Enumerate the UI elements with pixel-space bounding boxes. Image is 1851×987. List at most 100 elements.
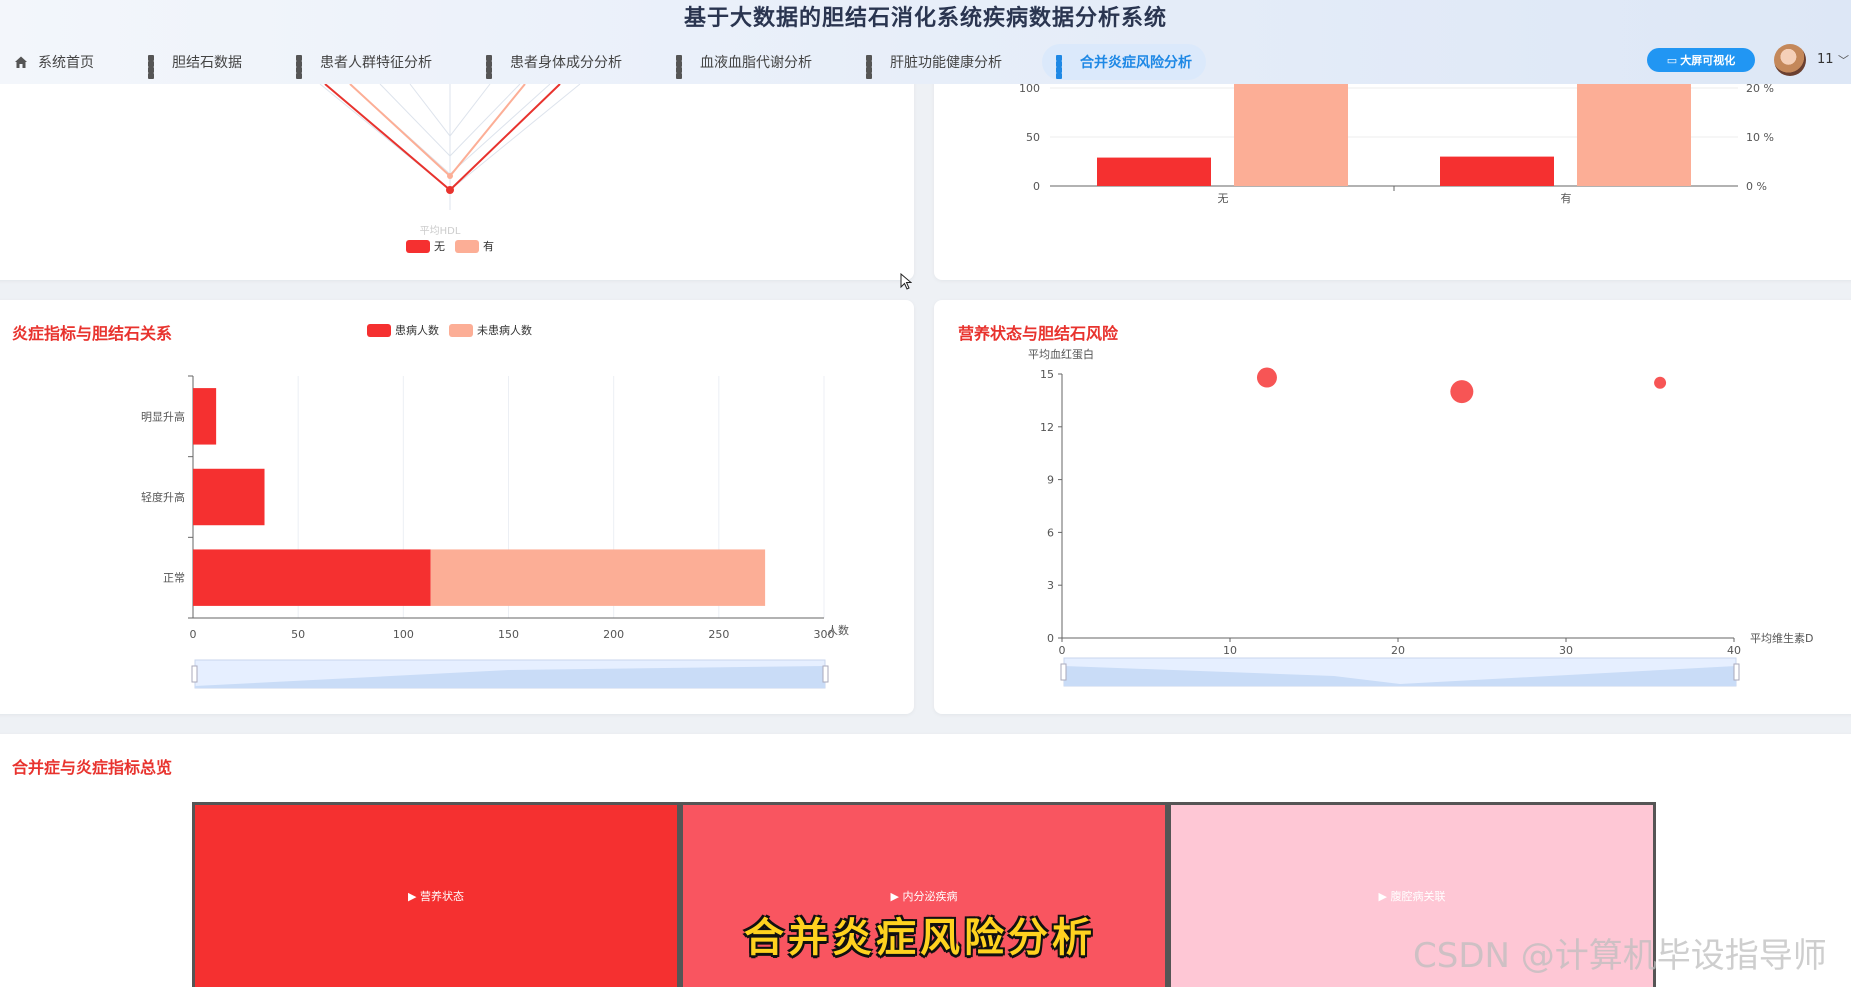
nav-item-population[interactable]: 患者人群特征分析 — [282, 44, 446, 80]
scatter-point[interactable] — [1450, 380, 1474, 404]
nav-item-label: 胆结石数据 — [172, 55, 242, 71]
tick-labels: 0 10 20 30 40 0 3 6 9 12 15 — [1040, 368, 1741, 657]
legend-swatch-healthy[interactable] — [449, 324, 473, 337]
nav-item-label: 系统首页 — [38, 55, 94, 71]
points-group — [1256, 367, 1667, 404]
radar-axis-label: 平均HDL — [420, 225, 461, 237]
y-tick: 50 — [1026, 131, 1040, 144]
legend-label-yes[interactable]: 有 — [483, 239, 494, 253]
slider-handle-left[interactable] — [191, 665, 198, 683]
radar-chart: 平均HDL 无 有 — [319, 83, 581, 253]
nav-item-label: 肝脏功能健康分析 — [890, 55, 1002, 71]
bar-panel-top: 100 50 0 20 % 10 % 0 % 无 有 — [934, 60, 1851, 280]
grid-icon — [1056, 55, 1070, 79]
x-tick: 250 — [708, 628, 729, 641]
grid-icon — [296, 55, 310, 79]
scatter-point[interactable] — [1654, 376, 1667, 389]
radar-panel: 平均HDL 无 有 — [0, 60, 914, 280]
y-axis-label: 平均血红蛋白 — [1028, 347, 1094, 361]
legend-label-healthy[interactable]: 未患病人数 — [477, 323, 532, 337]
bigscreen-button[interactable]: ▭ 大屏可视化 — [1647, 48, 1755, 72]
x-axis-label: 人数 — [827, 624, 849, 637]
legend-label-no[interactable]: 无 — [434, 240, 445, 253]
treemap-block-nutrition[interactable]: ▶ 营养状态 — [192, 802, 680, 987]
grid-icon — [486, 55, 500, 79]
x-tick: 200 — [603, 628, 624, 641]
avatar[interactable] — [1774, 44, 1806, 76]
inflammation-panel: 炎症指标与胆结石关系 患病人数 未患病人数 0 50 100 150 200 250 300… — [0, 300, 914, 714]
bar-chart-top: 100 50 0 20 % 10 % 0 % 无 有 — [1019, 82, 1774, 205]
watermark: CSDN @计算机毕设指导师 — [1413, 936, 1827, 976]
x-tick: 0 — [1059, 644, 1066, 657]
radar-point-no — [446, 186, 454, 194]
grid-icon — [148, 55, 162, 79]
slider-handle-right[interactable] — [822, 665, 829, 683]
bar[interactable] — [193, 388, 217, 445]
y-tick: 0 — [1033, 180, 1040, 193]
bar[interactable] — [193, 549, 431, 606]
y-tick-right: 0 % — [1746, 180, 1767, 193]
y-tick: 0 — [1047, 632, 1054, 645]
video-caption: 合并炎症风险分析 — [744, 915, 1096, 961]
radar-series-no — [324, 83, 561, 192]
bar[interactable] — [430, 549, 766, 606]
y-tick: 15 — [1040, 368, 1054, 381]
y-tick: 轻度升高 — [141, 490, 185, 504]
x-tick: 50 — [291, 628, 305, 641]
legend-swatch-sick[interactable] — [367, 324, 391, 337]
panel-title: 合并症与炎症指标总览 — [12, 758, 173, 777]
nav-item-body-composition[interactable]: 患者身体成分分析 — [472, 44, 636, 80]
nav-item-label: 血液血脂代谢分析 — [700, 55, 812, 71]
treemap-label: ▶ 内分泌疾病 — [890, 890, 958, 903]
y-tick: 正常 — [163, 572, 185, 585]
bars-group — [193, 388, 766, 606]
grid-icon — [866, 55, 880, 79]
x-tick: 30 — [1559, 644, 1573, 657]
y-tick-right: 10 % — [1746, 131, 1774, 144]
y-tick: 9 — [1047, 474, 1054, 487]
datazoom-slider[interactable] — [1060, 657, 1740, 687]
x-tick: 150 — [498, 628, 519, 641]
y-tick: 12 — [1040, 421, 1054, 434]
y-tick: 明显升高 — [141, 409, 185, 423]
nutrition-scatter-chart: 平均血红蛋白 0 10 20 30 40 0 3 6 9 12 15 平均维生素D — [1028, 347, 1813, 687]
nav-item-liver-function[interactable]: 肝脏功能健康分析 — [852, 44, 1016, 80]
legend-label-sick[interactable]: 患病人数 — [395, 323, 439, 337]
nutrition-panel: 营养状态与胆结石风险 平均血红蛋白 0 10 20 30 40 0 3 6 9 12 15 平均维生… — [934, 300, 1851, 714]
nav-item-home[interactable]: 系统首页 — [0, 44, 108, 80]
radar-point-yes — [447, 173, 453, 179]
inflammation-bar-chart: 患病人数 未患病人数 0 50 100 150 200 250 300明显升高轻度升高正常 … — [141, 323, 849, 689]
nav-item-inflammation-risk[interactable]: 合并炎症风险分析 — [1042, 44, 1206, 80]
scatter-point[interactable] — [1256, 367, 1277, 388]
nav-item-blood-lipid[interactable]: 血液血脂代谢分析 — [662, 44, 826, 80]
legend-swatch-no[interactable] — [406, 240, 430, 253]
bar[interactable] — [1234, 84, 1348, 186]
bar[interactable] — [193, 468, 265, 526]
legend-swatch-yes[interactable] — [455, 240, 479, 253]
nav-item-label: 患者身体成分分析 — [510, 55, 622, 71]
treemap-label: ▶ 营养状态 — [408, 890, 464, 903]
x-tick: 10 — [1223, 644, 1237, 657]
x-tick: 100 — [393, 628, 414, 641]
bar[interactable] — [1440, 156, 1554, 186]
bars-group — [1097, 84, 1691, 186]
treemap-label: ▶ 腹腔病关联 — [1378, 890, 1446, 903]
bar[interactable] — [1097, 157, 1211, 186]
nav-item-label: 患者人群特征分析 — [320, 55, 432, 71]
bar[interactable] — [1577, 84, 1691, 186]
x-axis-label: 平均维生素D — [1750, 631, 1813, 645]
slider-handle-right[interactable] — [1733, 663, 1740, 681]
grid-icon — [676, 55, 690, 79]
slider-handle-left[interactable] — [1060, 663, 1067, 681]
chevron-down-icon[interactable]: ﹀ — [1838, 52, 1849, 68]
nav-item-gallstone-data[interactable]: 胆结石数据 — [134, 44, 256, 80]
datazoom-slider[interactable] — [191, 659, 829, 689]
x-tick: 40 — [1727, 644, 1741, 657]
bigscreen-label: 大屏可视化 — [1680, 54, 1736, 67]
x-tick: 20 — [1391, 644, 1405, 657]
nav-item-label: 合并炎症风险分析 — [1080, 55, 1192, 71]
x-tick: 有 — [1561, 191, 1572, 205]
top-header: 基于大数据的胆结石消化系统疾病数据分析系统 系统首页 胆结石数据 患者人群特征分… — [0, 0, 1851, 84]
user-name[interactable]: 11 — [1817, 52, 1834, 67]
x-tick: 0 — [190, 628, 197, 641]
